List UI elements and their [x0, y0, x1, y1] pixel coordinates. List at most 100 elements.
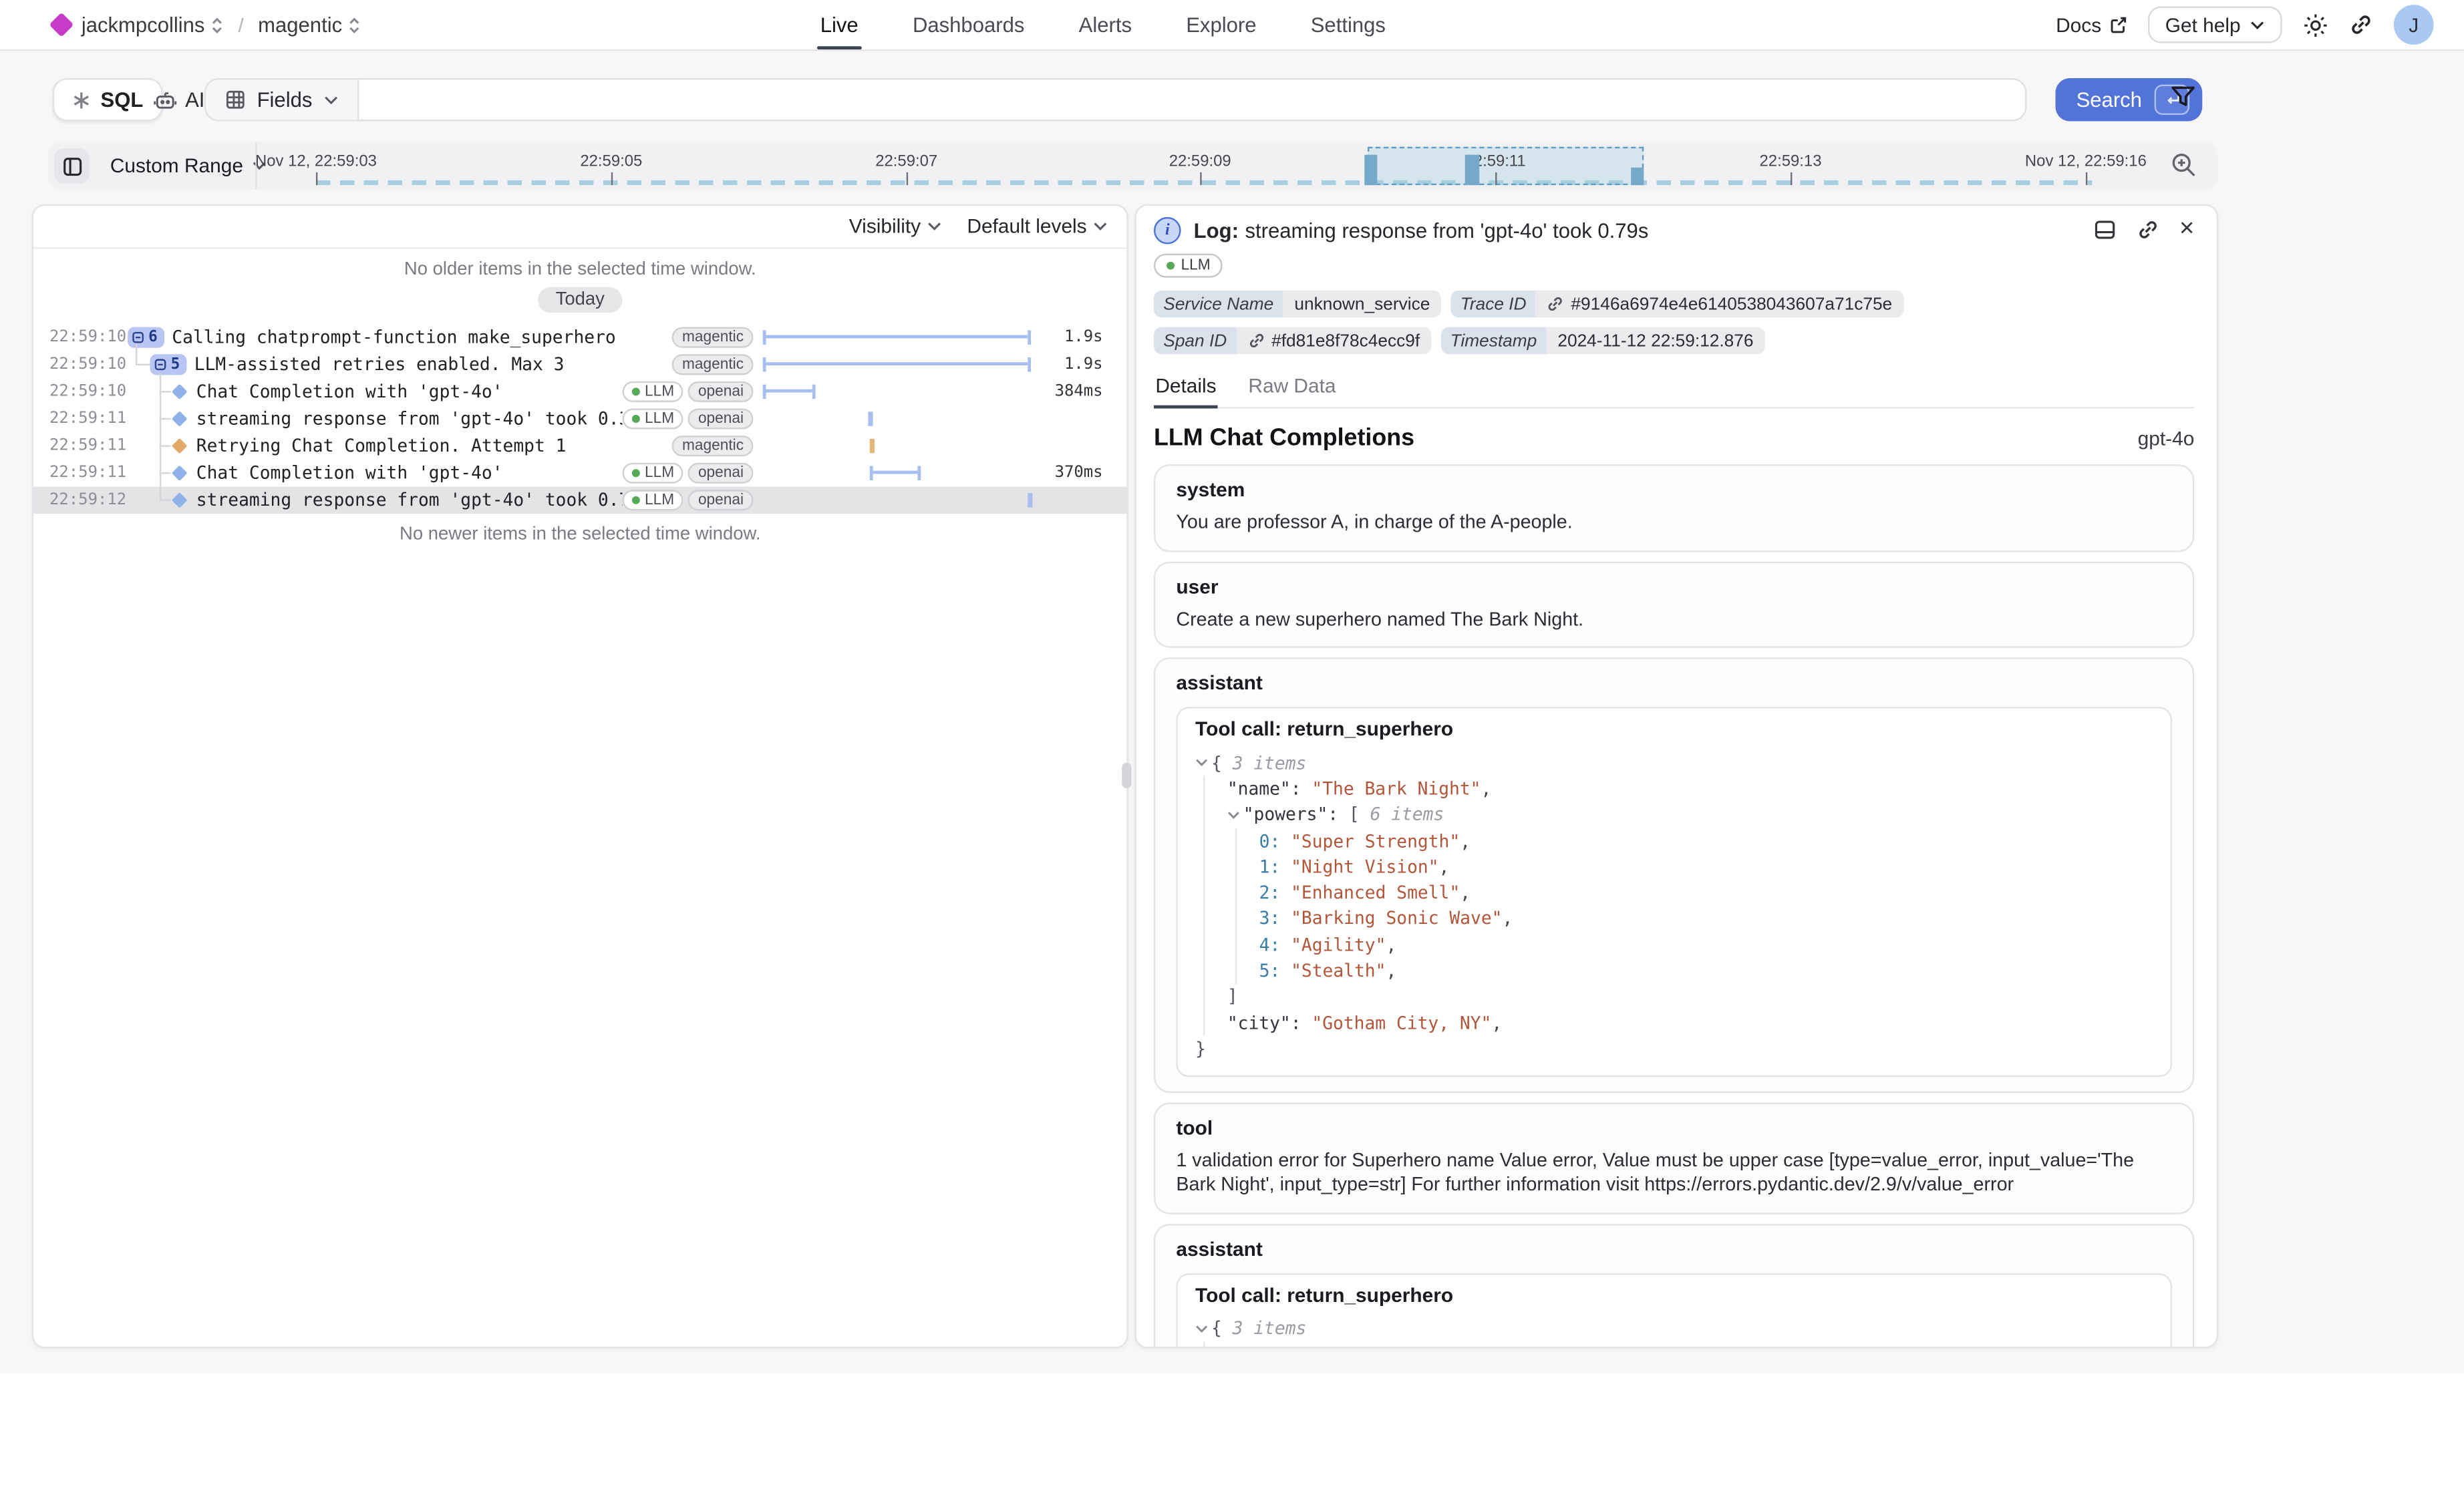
green-dot-icon — [632, 469, 640, 477]
json-line: 1: "Night Vision", — [1195, 854, 2153, 880]
org-switcher[interactable]: jackmpcollins — [82, 13, 224, 37]
collapse-badge[interactable]: 6 — [128, 327, 164, 348]
indent-guide — [1203, 932, 1227, 958]
message-role: assistant — [1176, 1238, 2171, 1260]
json-string-value: "Barking Sonic Wave" — [1291, 908, 1502, 929]
message-card-user: userCreate a new superhero named The Bar… — [1154, 561, 2194, 648]
duration-gantt — [763, 351, 1034, 378]
visibility-dropdown[interactable]: Visibility — [849, 215, 941, 237]
json-string-value: "Super Strength" — [1291, 830, 1460, 851]
log-row[interactable]: 22:59:11Chat Completion with 'gpt-4o'LLM… — [33, 460, 1126, 487]
chevron-down-icon[interactable] — [1195, 758, 1208, 768]
log-row[interactable]: 22:59:106Calling chatprompt-function mak… — [33, 324, 1126, 351]
detail-tab-details[interactable]: Details — [1154, 370, 1218, 407]
indent-guide — [1203, 828, 1227, 854]
indent-guide — [1203, 776, 1227, 802]
panel-resize-handle[interactable] — [1122, 763, 1131, 788]
tab-live[interactable]: Live — [817, 0, 862, 49]
duration-label: 1.9s — [1034, 329, 1127, 346]
chevron-down-icon — [927, 222, 941, 231]
diamond-orange-icon — [172, 438, 188, 454]
json-key: "name": — [1227, 1344, 1312, 1348]
chevron-down-icon[interactable] — [1227, 810, 1240, 820]
docs-link[interactable]: Docs — [2056, 13, 2127, 35]
zoom-in-icon[interactable] — [2170, 152, 2197, 179]
message-card-assistant: assistantTool call: return_superhero{ 3 … — [1154, 1223, 2194, 1348]
tab-dashboards[interactable]: Dashboards — [909, 0, 1028, 49]
avatar[interactable]: J — [2394, 5, 2434, 45]
project-switcher[interactable]: magentic — [258, 13, 361, 37]
chip-label: Timestamp — [1440, 327, 1546, 355]
chip-value[interactable]: #fd81e8f78c4ecc9f — [1237, 327, 1431, 355]
log-row[interactable]: 22:59:10Chat Completion with 'gpt-4o'LLM… — [33, 378, 1126, 405]
tag-magentic: magentic — [673, 354, 754, 375]
json-line: } — [1195, 1036, 2153, 1062]
duration-bar — [870, 466, 921, 480]
indent-guide — [1235, 854, 1259, 880]
share-link-icon[interactable] — [2349, 13, 2373, 37]
timeline-chart[interactable]: Nov 12, 22:59:0322:59:0522:59:0722:59:09… — [48, 142, 2218, 190]
json-meta: 6 items — [1370, 804, 1444, 825]
tab-explore[interactable]: Explore — [1183, 0, 1259, 49]
panel-layout-icon[interactable] — [2093, 218, 2115, 240]
query-bar: Fields — [204, 78, 2027, 121]
log-row[interactable]: 22:59:12streaming response from 'gpt-4o'… — [33, 487, 1126, 514]
tab-alerts[interactable]: Alerts — [1076, 0, 1135, 49]
get-help-button[interactable]: Get help — [2147, 7, 2282, 43]
detail-header: i Log:streaming response from 'gpt-4o' t… — [1154, 215, 2194, 244]
chip-value[interactable]: #9146a6974e4e6140538043607a71c75e — [1536, 291, 1903, 318]
json-index: 4: — [1259, 935, 1291, 955]
timeline-tickmark — [1495, 172, 1497, 185]
indent-guide — [1203, 1010, 1227, 1036]
sql-label: SQL — [100, 88, 143, 112]
duration-bar — [763, 357, 1031, 371]
timeline-tick-label: 22:59:07 — [875, 153, 937, 170]
json-tree: { 3 items"name": "The Bark Night","power… — [1195, 750, 2153, 1062]
today-pill[interactable]: Today — [538, 287, 622, 313]
json-line: "powers": [ 6 items — [1195, 802, 2153, 828]
close-icon[interactable]: × — [2179, 215, 2194, 244]
json-comma: , — [1460, 830, 1471, 851]
theme-toggle-sun-icon[interactable] — [2303, 12, 2328, 37]
breadcrumb: jackmpcollins / magentic — [53, 0, 361, 49]
json-line: { 3 items — [1195, 750, 2153, 776]
chevron-down-icon — [2250, 20, 2264, 29]
nav-actions: Docs Get help J — [2056, 0, 2434, 49]
indent-guide — [1203, 906, 1227, 932]
json-string-value: "Night Vision" — [1291, 856, 1438, 877]
detail-panel: i Log:streaming response from 'gpt-4o' t… — [1134, 204, 2218, 1349]
log-row[interactable]: 22:59:11streaming response from 'gpt-4o'… — [33, 405, 1126, 433]
log-row[interactable]: 22:59:11Retrying Chat Completion. Attemp… — [33, 432, 1126, 460]
child-count: 5 — [171, 356, 180, 373]
filter-funnel-icon[interactable] — [2170, 85, 2195, 110]
chip-label: Span ID — [1154, 327, 1237, 355]
json-comma: , — [1460, 882, 1471, 903]
tree-connector — [160, 500, 171, 501]
chevron-down-icon[interactable] — [1195, 1324, 1208, 1333]
collapse-icon — [155, 359, 166, 370]
copy-link-icon[interactable] — [2137, 218, 2159, 240]
fields-dropdown[interactable]: Fields — [206, 79, 359, 120]
duration-label: 384ms — [1034, 383, 1127, 400]
json-bracket: [ — [1349, 804, 1370, 825]
levels-dropdown[interactable]: Default levels — [967, 215, 1107, 237]
search-input[interactable] — [359, 79, 2025, 120]
log-tags: LLMopenai — [623, 381, 754, 402]
detail-tabs: Details Raw Data — [1154, 370, 2194, 408]
tool-call-card: Tool call: return_superhero{ 3 items"nam… — [1176, 707, 2171, 1076]
indent-guide — [1203, 1341, 1227, 1348]
json-comma: , — [1491, 1013, 1502, 1033]
tree-connector — [160, 391, 171, 392]
external-link-icon — [2109, 16, 2127, 33]
timeline-tickmark — [2086, 172, 2087, 185]
detail-tab-raw-data[interactable]: Raw Data — [1247, 370, 1338, 407]
indent-guide — [1203, 802, 1227, 828]
tab-settings[interactable]: Settings — [1307, 0, 1389, 49]
json-comma: , — [1481, 778, 1492, 799]
duration-gantt — [763, 378, 1034, 405]
tag-llm: LLM — [623, 381, 684, 402]
json-string-value: "Agility" — [1291, 935, 1386, 955]
org-name: jackmpcollins — [82, 13, 205, 37]
log-row[interactable]: 22:59:105LLM-assisted retries enabled. M… — [33, 351, 1126, 378]
collapse-badge[interactable]: 5 — [150, 354, 186, 375]
